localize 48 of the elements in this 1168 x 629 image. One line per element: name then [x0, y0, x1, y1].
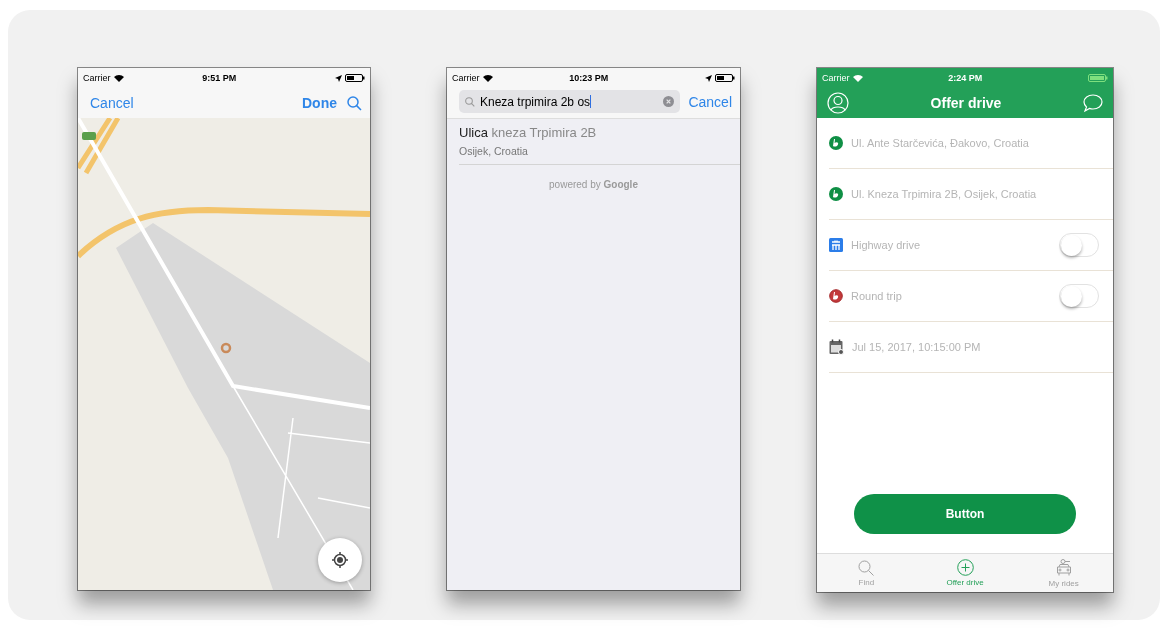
user-icon[interactable] — [827, 92, 849, 114]
location-arrow-icon — [705, 74, 712, 82]
primary-button[interactable]: Button — [854, 494, 1076, 534]
car-icon — [1055, 558, 1072, 577]
tab-item[interactable]: My rides — [1014, 554, 1113, 592]
calendar-icon — [829, 339, 844, 355]
clear-icon[interactable] — [663, 96, 675, 107]
result-subtitle: Osijek, Croatia — [459, 145, 529, 157]
highway-icon — [829, 238, 843, 252]
option-label: Highway drive — [851, 239, 921, 251]
pin-logo-icon — [829, 136, 843, 150]
toggle-switch[interactable] — [1059, 233, 1099, 257]
clock-time: 9:51 PM — [201, 73, 238, 83]
search-icon — [465, 96, 475, 107]
search-result[interactable]: Ulica kneza Trpimira 2B Osijek, Croatia — [459, 119, 740, 165]
search-icon — [858, 559, 875, 576]
battery-icon — [345, 74, 365, 82]
cancel-button[interactable]: Cancel — [688, 93, 732, 110]
clock-time: 10:23 PM — [568, 73, 610, 83]
chat-bubble-icon[interactable] — [1083, 93, 1103, 113]
battery-icon — [1088, 74, 1108, 82]
carrier-label: Carrier — [83, 73, 111, 83]
battery-icon — [715, 74, 735, 82]
search-field[interactable]: Kneza trpimira 2b os — [459, 90, 681, 113]
plus-circle-icon — [956, 559, 974, 576]
attribution-text: powered by Google — [548, 179, 639, 190]
wifi-icon — [852, 74, 863, 82]
tab-item[interactable]: Find — [817, 554, 916, 592]
address-field[interactable]: Ul. Kneza Trpimira 2B, Osijek, Croatia — [851, 188, 1037, 200]
location-arrow-icon — [335, 74, 342, 82]
search-icon[interactable] — [347, 95, 362, 111]
carrier-label: Carrier — [452, 73, 480, 83]
clock-time: 2:24 PM — [947, 73, 984, 83]
pin-logo-icon — [829, 187, 843, 201]
round-trip-icon — [829, 289, 843, 303]
done-button[interactable]: Done — [302, 95, 337, 111]
date-field[interactable]: Jul 15, 2017, 10:15:00 PM — [852, 341, 981, 353]
cancel-button[interactable]: Cancel — [90, 95, 134, 111]
crosshair-icon — [332, 552, 348, 568]
option-label: Round trip — [851, 290, 902, 302]
tab-item[interactable]: Offer drive — [915, 554, 1015, 592]
address-field[interactable]: Ul. Ante Starčevića, Đakovo, Croatia — [851, 137, 1029, 149]
carrier-label: Carrier — [822, 73, 850, 83]
screen-title: Offer drive — [929, 95, 1003, 111]
result-title: Ulica kneza Trpimira 2B — [459, 125, 598, 140]
wifi-icon — [482, 74, 493, 82]
wifi-icon — [113, 74, 124, 82]
toggle-switch[interactable] — [1059, 284, 1099, 308]
